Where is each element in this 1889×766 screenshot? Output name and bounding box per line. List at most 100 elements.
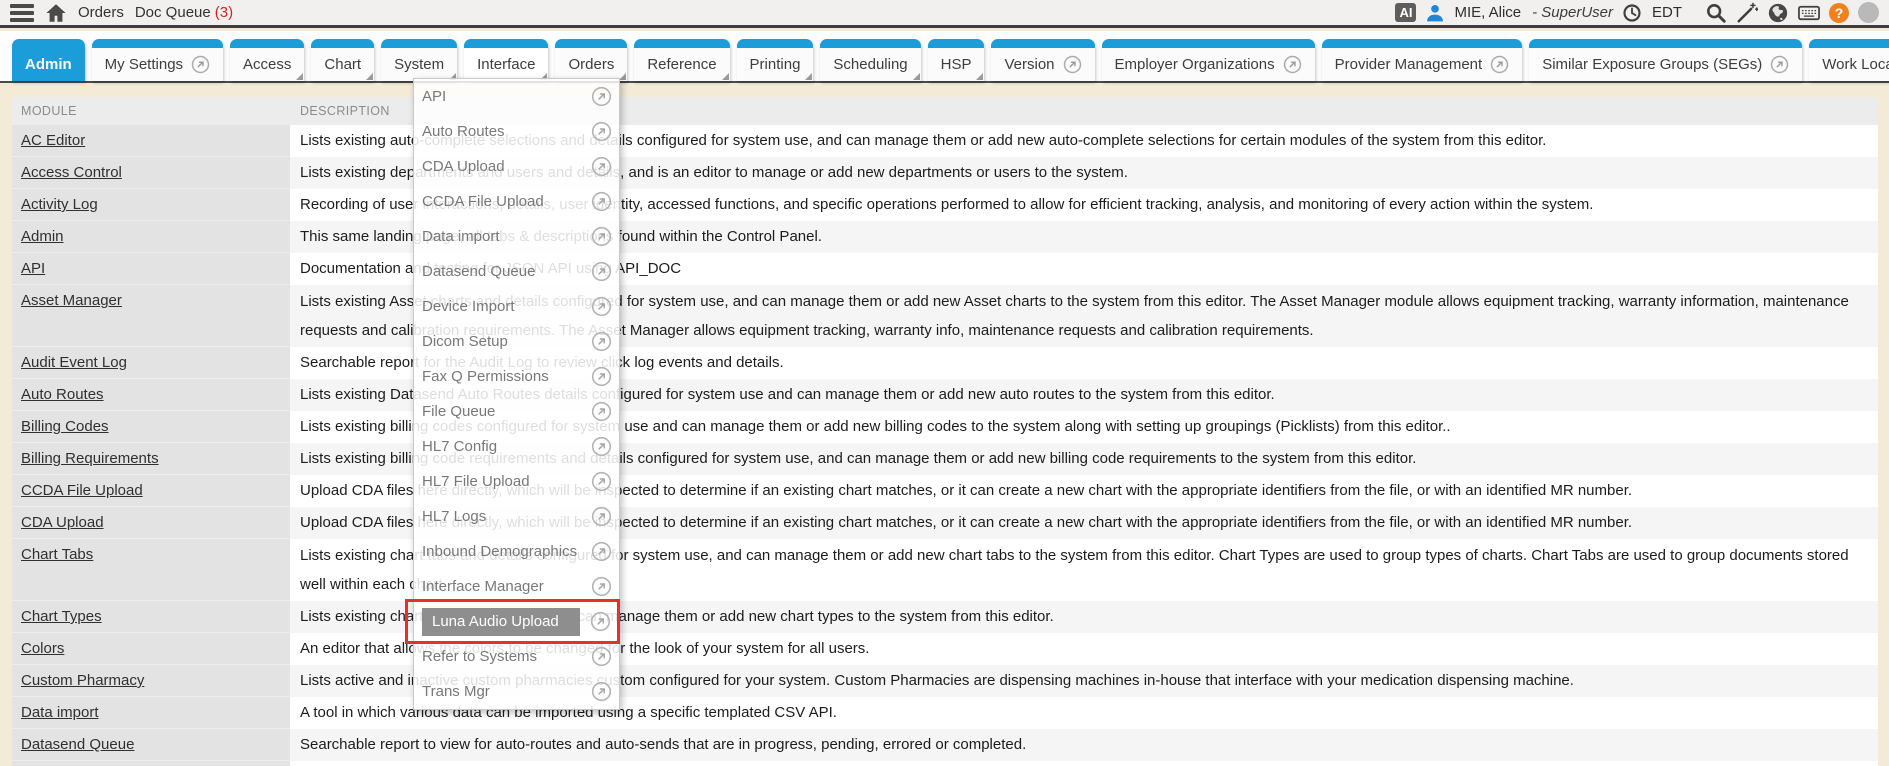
nav-tab[interactable]: Orders xyxy=(555,39,627,81)
external-link-icon[interactable] xyxy=(591,296,612,317)
module-link[interactable]: Access Control xyxy=(21,157,122,188)
menu-item[interactable]: Dicom Setup xyxy=(414,324,619,359)
doc-queue-label: Doc Queue xyxy=(135,4,211,21)
module-link[interactable]: CDA Upload xyxy=(21,507,104,538)
menu-item[interactable]: Data import xyxy=(414,219,619,254)
external-link-icon[interactable] xyxy=(591,401,612,422)
keyboard-icon[interactable] xyxy=(1798,2,1820,24)
menu-item[interactable]: Inbound Demographics xyxy=(414,534,619,569)
nav-tab[interactable]: Work Locations xyxy=(1809,39,1889,81)
nav-tab[interactable]: Version xyxy=(991,39,1094,81)
table-row: Chart Types Lists existing chart types a… xyxy=(12,601,1878,633)
nav-tab[interactable]: Reference xyxy=(634,39,729,81)
nav-tab[interactable]: Similar Exposure Groups (SEGs) xyxy=(1529,39,1802,81)
nav-tab[interactable]: Interface xyxy=(464,39,548,81)
module-link[interactable]: Auto Routes xyxy=(21,379,104,410)
user-name[interactable]: MIE, Alice xyxy=(1454,4,1521,21)
module-link[interactable]: Audit Event Log xyxy=(21,347,127,378)
external-link-icon[interactable] xyxy=(591,471,612,492)
menu-item[interactable]: Datasend Queue xyxy=(414,254,619,289)
menu-item[interactable]: API xyxy=(414,79,619,114)
table-body: AC Editor Lists existing auto-complete s… xyxy=(12,125,1878,766)
nav-tab[interactable]: My Settings xyxy=(92,39,223,81)
menu-item[interactable]: Auto Routes xyxy=(414,114,619,149)
menu-item-label: HL7 File Upload xyxy=(422,473,591,490)
nav-tab[interactable]: Access xyxy=(230,39,304,81)
module-description: A tool in which various medical devices … xyxy=(290,761,1878,766)
module-link[interactable]: Billing Requirements xyxy=(21,443,159,474)
external-link-icon[interactable] xyxy=(591,366,612,387)
home-icon[interactable] xyxy=(45,2,67,24)
module-link[interactable]: Asset Manager xyxy=(21,285,122,316)
external-link-icon[interactable] xyxy=(591,576,612,597)
search-icon[interactable] xyxy=(1705,2,1727,24)
globe-icon[interactable] xyxy=(1767,2,1789,24)
external-link-icon[interactable] xyxy=(591,191,612,212)
nav-tab[interactable]: Chart xyxy=(311,39,374,81)
menu-item[interactable]: Fax Q Permissions xyxy=(414,359,619,394)
external-link-icon[interactable] xyxy=(591,331,612,352)
module-link[interactable]: Chart Tabs xyxy=(21,539,93,570)
menu-item[interactable]: Luna Audio Upload xyxy=(414,604,619,639)
module-link[interactable]: Chart Types xyxy=(21,601,102,632)
breadcrumb-orders[interactable]: Orders xyxy=(78,4,124,21)
module-link[interactable]: Admin xyxy=(21,221,64,252)
menu-item[interactable]: Refer to Systems xyxy=(414,639,619,674)
external-link-icon[interactable] xyxy=(591,541,612,562)
external-link-icon[interactable] xyxy=(591,646,612,667)
nav-tab[interactable]: Admin xyxy=(12,39,85,81)
module-link[interactable]: Datasend Queue xyxy=(21,729,134,760)
hamburger-menu-icon[interactable] xyxy=(10,4,34,22)
external-link-icon[interactable] xyxy=(591,436,612,457)
external-link-icon[interactable] xyxy=(591,681,612,702)
module-description: Searchable report to view for auto-route… xyxy=(290,729,1878,761)
module-link[interactable]: Data import xyxy=(21,697,99,728)
clock-icon[interactable] xyxy=(1622,3,1642,23)
menu-item[interactable]: Device Import xyxy=(414,289,619,324)
menu-item[interactable]: CDA Upload xyxy=(414,149,619,184)
table-row: Auto Routes Lists existing Datasend Auto… xyxy=(12,379,1878,411)
nav-tab[interactable]: Scheduling xyxy=(820,39,920,81)
menu-item[interactable]: File Queue xyxy=(414,394,619,429)
external-link-icon[interactable] xyxy=(591,121,612,142)
external-link-icon[interactable] xyxy=(591,226,612,247)
nav-tab[interactable]: Printing xyxy=(737,39,814,81)
module-link[interactable]: Colors xyxy=(21,633,64,664)
external-link-icon xyxy=(1490,55,1509,74)
doc-queue-count-badge: (3) xyxy=(215,4,233,21)
tab-label: Admin xyxy=(25,56,72,73)
menu-item[interactable]: Interface Manager xyxy=(414,569,619,604)
tab-label: Similar Exposure Groups (SEGs) xyxy=(1542,56,1762,73)
module-link[interactable]: API xyxy=(21,253,45,284)
menu-item[interactable]: Trans Mgr xyxy=(414,674,619,709)
external-link-icon[interactable] xyxy=(591,156,612,177)
ai-badge[interactable]: AI xyxy=(1395,3,1416,22)
nav-tab[interactable]: HSP xyxy=(928,39,985,81)
module-link[interactable]: Custom Pharmacy xyxy=(21,665,144,696)
module-cell: Auto Routes xyxy=(12,379,290,411)
external-link-icon[interactable] xyxy=(591,261,612,282)
external-link-icon[interactable] xyxy=(591,86,612,107)
help-icon[interactable]: ? xyxy=(1829,3,1849,23)
wand-icon[interactable] xyxy=(1736,2,1758,24)
nav-tab[interactable]: Employer Organizations xyxy=(1102,39,1315,81)
menu-item[interactable]: CCDA File Upload xyxy=(414,184,619,219)
nav-tab[interactable]: System xyxy=(381,39,457,81)
module-link[interactable]: CCDA File Upload xyxy=(21,475,143,506)
module-link[interactable]: Activity Log xyxy=(21,189,98,220)
breadcrumb-doc-queue[interactable]: Doc Queue(3) xyxy=(135,4,233,21)
menu-item[interactable]: HL7 File Upload xyxy=(414,464,619,499)
external-link-icon[interactable] xyxy=(591,506,612,527)
module-cell: Custom Pharmacy xyxy=(12,665,290,697)
menu-item[interactable]: HL7 Config xyxy=(414,429,619,464)
module-link[interactable]: AC Editor xyxy=(21,125,85,156)
external-link-icon xyxy=(1063,55,1082,74)
user-icon[interactable] xyxy=(1425,3,1445,23)
module-link[interactable]: Device Import xyxy=(21,761,114,766)
nav-tab[interactable]: Provider Management xyxy=(1322,39,1523,81)
external-link-icon[interactable] xyxy=(590,611,611,632)
menu-item-label: Datasend Queue xyxy=(422,263,591,280)
menu-item[interactable]: HL7 Logs xyxy=(414,499,619,534)
module-link[interactable]: Billing Codes xyxy=(21,411,109,442)
table-row: Colors An editor that allows the colors … xyxy=(12,633,1878,665)
